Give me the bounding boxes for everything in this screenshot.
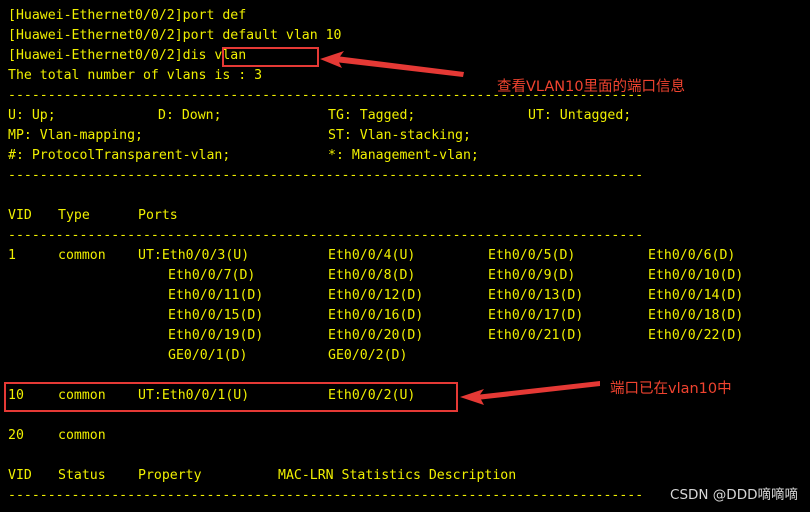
annotation-top: 查看VLAN10里面的端口信息	[497, 79, 686, 95]
watermark: CSDN @DDD嘀嘀嘀	[670, 487, 798, 503]
annotation-mid: 端口已在vlan10中	[610, 381, 732, 397]
annotation-arrows	[320, 51, 600, 405]
arrow-to-dis-vlan	[320, 51, 464, 77]
terminal-window[interactable]: [Huawei-Ethernet0/0/2]port def [Huawei-E…	[0, 0, 810, 512]
arrow-to-vlan10-row	[460, 381, 600, 405]
